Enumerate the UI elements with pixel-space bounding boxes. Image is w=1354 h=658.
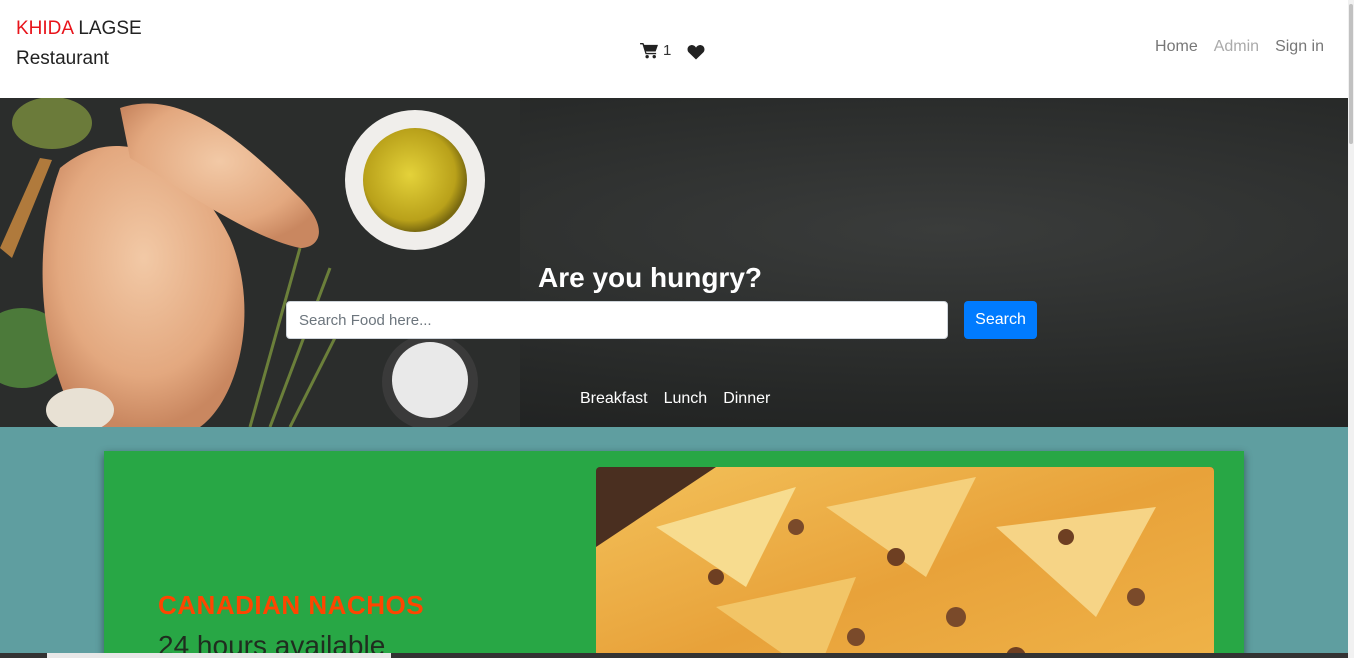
nav-home-link[interactable]: Home bbox=[1155, 38, 1198, 56]
featured-title: CANADIAN NACHOS bbox=[158, 590, 425, 620]
nav-signin-link[interactable]: Sign in bbox=[1275, 38, 1324, 56]
featured-card: CANADIAN NACHOS 24 hours available bbox=[104, 451, 1244, 658]
tab-dinner[interactable]: Dinner bbox=[723, 390, 770, 408]
brand-logo[interactable]: KHIDA LAGSE Restaurant bbox=[16, 14, 142, 74]
horizontal-scrollbar[interactable] bbox=[0, 653, 1348, 658]
vertical-scrollbar[interactable] bbox=[1348, 0, 1354, 658]
nachos-photo bbox=[596, 467, 1214, 658]
meal-tabs: Breakfast Lunch Dinner bbox=[580, 390, 770, 408]
scrollbar-thumb[interactable] bbox=[1349, 4, 1353, 144]
shopping-cart-icon bbox=[640, 42, 658, 59]
brand-name-line2: Restaurant bbox=[16, 48, 109, 69]
hero-banner: Are you hungry? Search Breakfast Lunch D… bbox=[0, 98, 1348, 427]
search-input[interactable] bbox=[286, 301, 948, 339]
heart-icon[interactable] bbox=[687, 44, 705, 60]
cart-button[interactable]: 1 bbox=[640, 42, 671, 59]
cart-count: 1 bbox=[663, 42, 672, 59]
tab-breakfast[interactable]: Breakfast bbox=[580, 390, 648, 408]
tab-lunch[interactable]: Lunch bbox=[664, 390, 708, 408]
search-button[interactable]: Search bbox=[964, 301, 1037, 339]
nav-links: Home Admin Sign in bbox=[1155, 38, 1324, 56]
hero-title: Are you hungry? bbox=[537, 262, 762, 293]
horizontal-scrollbar-thumb[interactable] bbox=[47, 653, 391, 658]
brand-name-part2: LAGSE bbox=[78, 18, 142, 39]
brand-name-part1: KHIDA bbox=[16, 18, 74, 39]
navbar: KHIDA LAGSE Restaurant 1 Home Admin Sign… bbox=[0, 0, 1348, 98]
nav-admin-link[interactable]: Admin bbox=[1214, 38, 1259, 56]
